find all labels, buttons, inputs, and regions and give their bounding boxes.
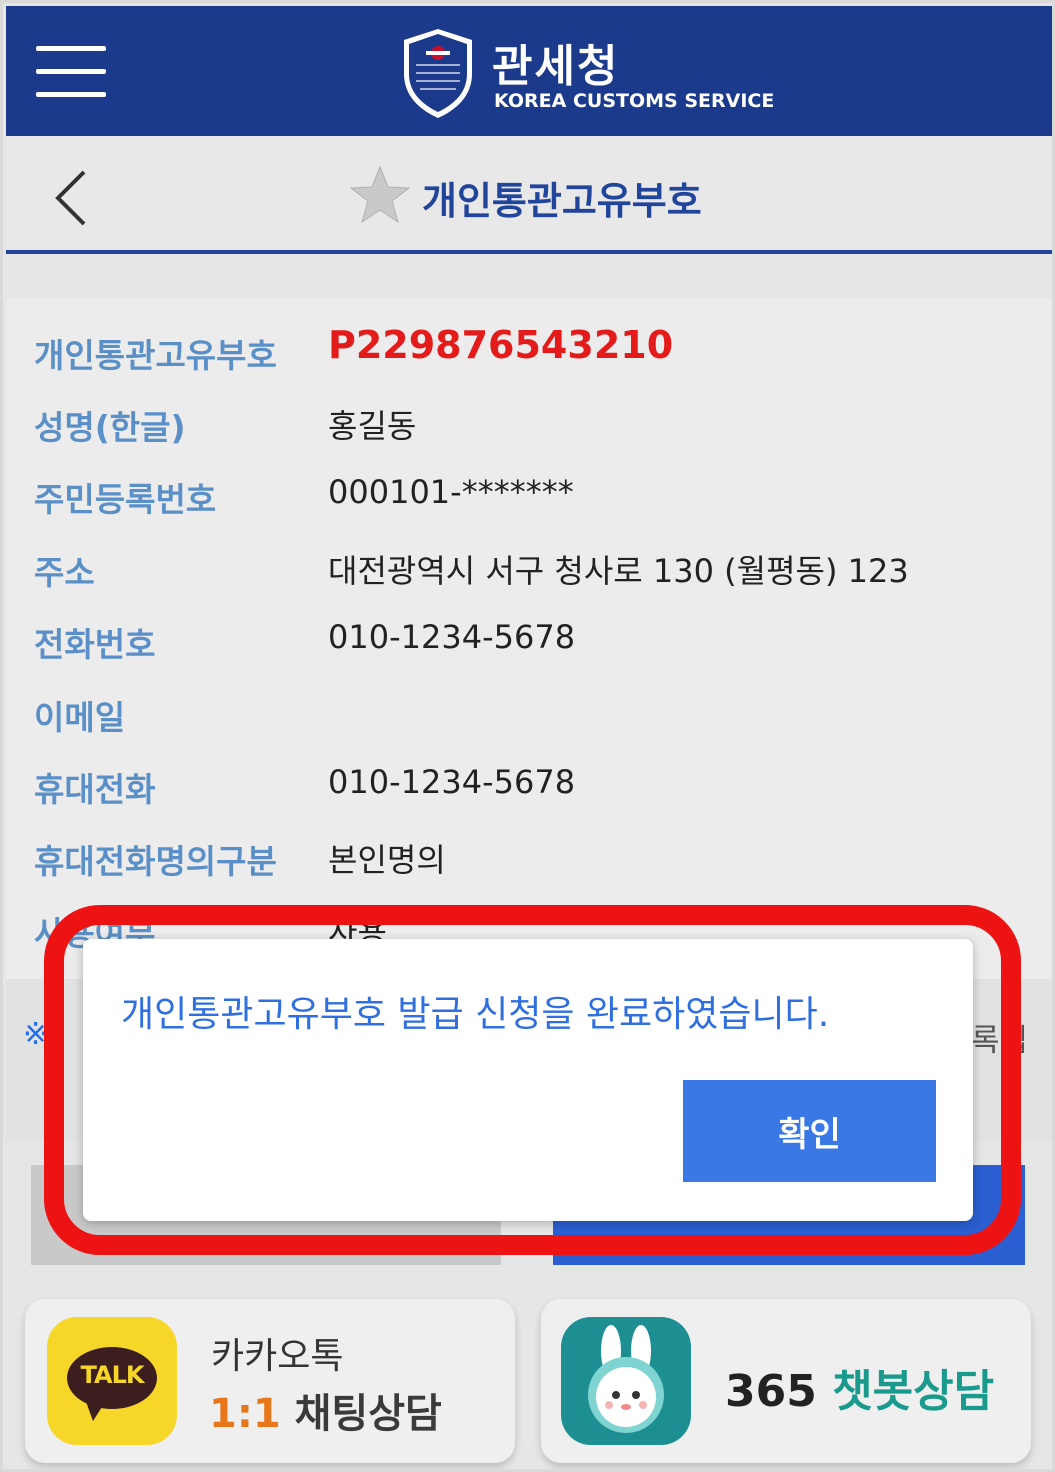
brand-name-english: KOREA CUSTOMS SERVICE xyxy=(494,90,775,112)
info-value: 000101-******* xyxy=(328,473,574,511)
menu-icon[interactable] xyxy=(36,46,106,98)
kakaotalk-icon-label: TALK xyxy=(80,1361,145,1389)
back-arrow-icon[interactable] xyxy=(50,168,100,228)
info-row-address: 주소 대전광역시 서구 청사로 130 (월평동) 123 xyxy=(6,538,1052,598)
page-title-bar: 개인통관고유부호 xyxy=(6,136,1052,254)
info-row-resident-number: 주민등록번호 000101-******* xyxy=(6,465,1052,525)
highlight-annotation xyxy=(44,905,1021,1255)
kakao-card-title: 카카오톡 xyxy=(211,1336,344,1377)
favorite-star-icon[interactable] xyxy=(349,164,411,226)
chatbot-card-text: 챗봇상담 xyxy=(832,1366,995,1417)
customs-emblem-logo xyxy=(404,29,472,118)
info-row-phone: 전화번호 010-1234-5678 xyxy=(6,610,1052,670)
kakao-card-text: 채팅상담 xyxy=(294,1391,442,1437)
info-value: 010-1234-5678 xyxy=(328,618,576,656)
customs-code-value: P229876543210 xyxy=(328,323,674,367)
chatbot-card-title: 365 챗봇상담 xyxy=(725,1355,994,1419)
kakao-card-subtitle: 1:1 채팅상담 xyxy=(209,1381,442,1439)
info-row-email: 이메일 xyxy=(6,683,1052,743)
kakao-card-number: 1:1 xyxy=(209,1391,281,1437)
info-value: 홍길동 xyxy=(328,407,417,445)
kakaotalk-icon: TALK xyxy=(47,1317,177,1445)
kakao-chat-consult-card[interactable]: TALK 카카오톡 1:1 채팅상담 xyxy=(25,1299,515,1463)
info-value: 010-1234-5678 xyxy=(328,763,576,801)
chatbot-card-number: 365 xyxy=(725,1366,817,1417)
info-label: 주소 xyxy=(34,553,95,592)
app-header: 관세청 KOREA CUSTOMS SERVICE xyxy=(6,6,1052,136)
info-label: 전화번호 xyxy=(34,625,156,664)
info-row-mobile: 휴대전화 010-1234-5678 xyxy=(6,755,1052,815)
info-value: 본인명의 xyxy=(328,841,446,879)
chatbot-rabbit-icon xyxy=(561,1317,691,1445)
chatbot-consult-card[interactable]: 365 챗봇상담 xyxy=(541,1299,1031,1463)
info-value: 대전광역시 서구 청사로 130 (월평동) 123 xyxy=(328,552,909,590)
page-title: 개인통관고유부호 xyxy=(422,179,702,223)
info-label: 주민등록번호 xyxy=(34,480,217,519)
info-label: 성명(한글) xyxy=(34,408,186,447)
info-label: 개인통관고유부호 xyxy=(34,336,277,375)
info-label: 휴대전화명의구분 xyxy=(34,842,277,881)
info-row-mobile-owner: 휴대전화명의구분 본인명의 xyxy=(6,827,1052,887)
customs-code-info-panel: 개인통관고유부호 P229876543210 성명(한글) 홍길동 주민등록번호… xyxy=(6,299,1052,979)
info-row-name: 성명(한글) 홍길동 xyxy=(6,393,1052,453)
info-label: 휴대전화 xyxy=(34,770,156,809)
app-frame: 관세청 KOREA CUSTOMS SERVICE 개인통관고유부호 개인통관고… xyxy=(0,0,1055,1472)
info-label: 이메일 xyxy=(34,698,126,737)
info-row-customs-code: 개인통관고유부호 P229876543210 xyxy=(6,321,1052,381)
brand-name-korean: 관세청 xyxy=(492,41,620,92)
